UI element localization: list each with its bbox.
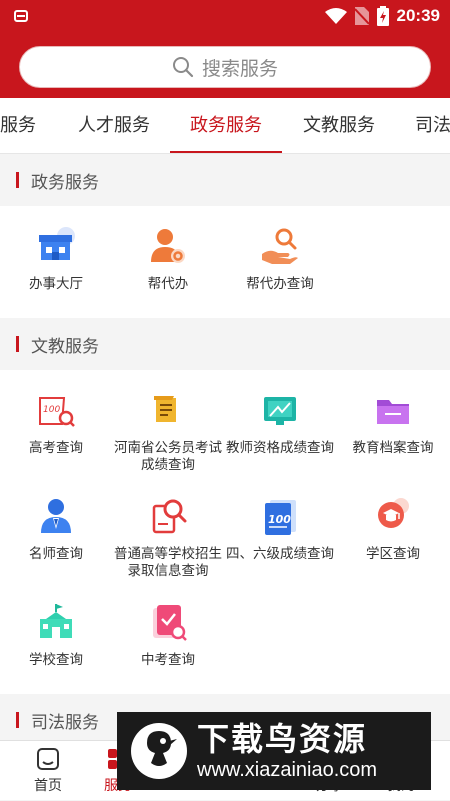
- gaokao-icon: 100: [34, 388, 78, 432]
- grid-item-label: 中考查询: [141, 652, 195, 668]
- school-district-icon: [371, 494, 415, 538]
- section-marker: [16, 712, 19, 728]
- zhongkao-icon: [146, 600, 190, 644]
- grid-item-label: 帮代办查询: [246, 276, 314, 292]
- grid-item-service-hall[interactable]: 办事大厅: [0, 224, 112, 293]
- grid-item-label: 学区查询: [366, 546, 420, 562]
- section-header-culture-education: 文教服务: [0, 318, 450, 370]
- grid-item-cet[interactable]: 100 四、六级成绩查询: [224, 494, 336, 563]
- search-icon: [172, 57, 194, 78]
- grid-item-agent-service[interactable]: 帮代办: [112, 224, 224, 293]
- section-marker: [16, 172, 19, 188]
- grid-item-education-file[interactable]: 教育档案查询: [337, 388, 449, 457]
- watermark-bird-logo-icon: [131, 723, 187, 779]
- school-icon: [34, 600, 78, 644]
- notification-app-icon: [14, 10, 28, 22]
- grid-item-admission[interactable]: 普通高等学校招生录取信息查询: [112, 494, 224, 580]
- grid-item-label: 高考查询: [29, 440, 83, 456]
- grid-item-label: 教师资格成绩查询: [226, 440, 334, 456]
- tab-culture-education-service[interactable]: 文教服务: [303, 98, 375, 153]
- grid-item-teacher-cert[interactable]: 教师资格成绩查询: [224, 388, 336, 457]
- grid-item-civil-exam[interactable]: 河南省公务员考试成绩查询: [112, 388, 224, 474]
- admission-icon: [146, 494, 190, 538]
- teacher-icon: [34, 494, 78, 538]
- grid-item-label: 普通高等学校招生录取信息查询: [112, 546, 224, 580]
- tab-government-service[interactable]: 政务服务: [170, 98, 282, 153]
- status-bar: 20:39: [0, 0, 450, 32]
- watermark-text: 下载鸟资源 www.xiazainiao.com: [197, 720, 377, 782]
- svg-text:100: 100: [268, 513, 291, 526]
- grid-item-label: 办事大厅: [29, 276, 83, 292]
- grid-item-teacher[interactable]: 名师查询: [0, 494, 112, 563]
- tab-service[interactable]: 服务: [0, 98, 36, 153]
- section-title: 文教服务: [31, 336, 99, 357]
- grid-item-label: 四、六级成绩查询: [226, 546, 334, 562]
- watermark-brand: 下载鸟资源: [197, 720, 368, 758]
- section-header-government: 政务服务: [0, 154, 450, 206]
- section-marker: [16, 336, 19, 352]
- home-icon: [37, 748, 59, 770]
- education-file-icon: [371, 388, 415, 432]
- agent-service-icon: [146, 224, 190, 268]
- grid-item-label: 帮代办: [147, 276, 189, 292]
- wifi-icon: [324, 8, 347, 24]
- admission-label: 普通高等学校招生录取信息查询: [114, 546, 222, 579]
- grid-item-zhongkao[interactable]: 中考查询: [112, 600, 224, 669]
- agent-query-icon: [258, 224, 302, 268]
- grid-item-label: 名师查询: [29, 546, 83, 562]
- svg-text:100: 100: [43, 405, 60, 415]
- government-services-panel: 办事大厅 帮代办 帮代办查询: [0, 206, 450, 318]
- grid-item-school[interactable]: 学校查询: [0, 600, 112, 669]
- grid-item-label: 学校查询: [29, 652, 83, 668]
- watermark-banner: 下载鸟资源 www.xiazainiao.com: [117, 712, 431, 790]
- battery-charging-icon: [376, 6, 389, 26]
- status-time: 20:39: [396, 6, 440, 25]
- app-header: 20:39 搜索服务: [0, 0, 450, 98]
- grid-item-agent-query[interactable]: 帮代办查询: [224, 224, 336, 293]
- category-tabs: 服务 人才服务 政务服务 文教服务 司法: [0, 98, 450, 154]
- section-title: 政务服务: [31, 172, 99, 193]
- grid-item-label: 河南省公务员考试成绩查询: [112, 440, 224, 474]
- tab-talent-service[interactable]: 人才服务: [78, 98, 150, 153]
- grid-item-gaokao[interactable]: 100 高考查询: [0, 388, 112, 457]
- watermark-url: www.xiazainiao.com: [197, 759, 378, 781]
- no-sim-icon: [354, 7, 369, 25]
- section-title: 司法服务: [31, 712, 99, 733]
- civil-exam-label: 河南省公务员考试成绩查询: [114, 440, 222, 473]
- nav-label: 首页: [34, 778, 62, 794]
- civil-exam-icon: [146, 388, 190, 432]
- tab-judicial[interactable]: 司法: [415, 98, 450, 153]
- search-placeholder: 搜索服务: [201, 57, 278, 80]
- grid-item-label: 教育档案查询: [352, 440, 434, 456]
- search-bar[interactable]: 搜索服务: [19, 46, 431, 88]
- teacher-cert-icon: [258, 388, 302, 432]
- grid-item-school-district[interactable]: 学区查询: [337, 494, 449, 563]
- cet-icon: 100: [258, 494, 302, 538]
- culture-education-panel: 100 高考查询 河南省公务员考试成绩查询 教师资格成绩查询 教育档案查询 名师…: [0, 370, 450, 694]
- service-hall-icon: [34, 224, 78, 268]
